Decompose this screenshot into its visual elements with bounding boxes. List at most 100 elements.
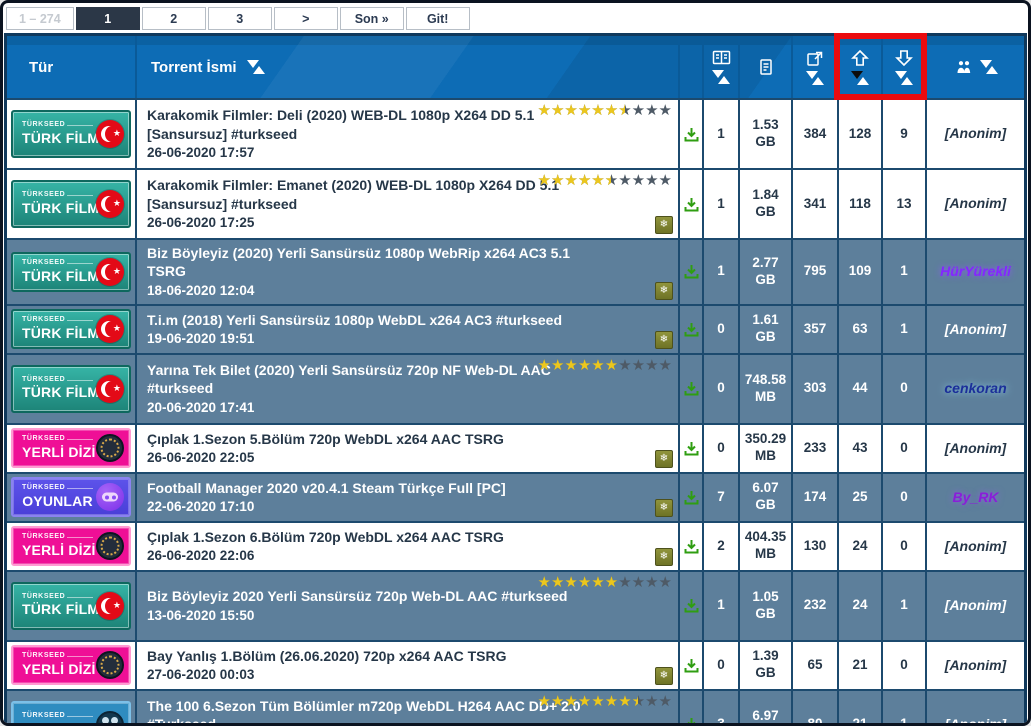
torrent-title-link[interactable]: Football Manager 2020 v20.4.1 Steam Türk…: [147, 479, 506, 497]
download-button[interactable]: [678, 100, 702, 168]
badge-category-label: TÜRK FİLMİ: [22, 199, 104, 216]
sort-icon[interactable]: [895, 71, 913, 85]
header-snatched-column[interactable]: [791, 36, 837, 98]
uploader-name: [Anonim]: [944, 195, 1007, 212]
category-badge[interactable]: TÜRKSEED TÜRK FİLMİ ★: [11, 251, 131, 292]
category-badge[interactable]: TÜRKSEED BOX SET: [11, 700, 131, 723]
files-count-cell: 1: [702, 170, 738, 238]
download-button[interactable]: [678, 690, 702, 723]
torrent-title-link[interactable]: Karakomik Filmler: Deli (2020) WEB-DL 10…: [147, 106, 589, 143]
badge-brand-label: TÜRKSEED: [22, 652, 93, 661]
seeders-count-cell: 25: [837, 473, 881, 521]
torrent-title-link[interactable]: Çıplak 1.Sezon 5.Bölüm 720p WebDL x264 A…: [147, 430, 504, 448]
download-button[interactable]: [678, 305, 702, 353]
size-cell: 1.61 GB: [738, 305, 791, 353]
snatched-count-cell: 357: [791, 305, 837, 353]
size-icon: [759, 59, 772, 75]
files-count-cell: 0: [702, 641, 738, 689]
download-button[interactable]: [678, 240, 702, 304]
header-leechers-column[interactable]: [881, 36, 925, 98]
torrent-name-cell: Çıplak 1.Sezon 5.Bölüm 720p WebDL x264 A…: [135, 424, 678, 472]
category-badge[interactable]: TÜRKSEED YERLİ DİZİ: [11, 428, 131, 469]
seeders-count-cell: 118: [837, 170, 881, 238]
pagination-page-2[interactable]: 2: [141, 7, 206, 30]
torrent-title-link[interactable]: Yarına Tek Bilet (2020) Yerli Sansürsüz …: [147, 361, 589, 398]
download-button[interactable]: [678, 473, 702, 521]
category-badge[interactable]: TÜRKSEED OYUNLAR: [11, 477, 131, 518]
uploader-cell: HürYürekli: [925, 240, 1024, 304]
torrent-date: 26-06-2020 17:57: [147, 145, 255, 161]
download-icon: [687, 718, 695, 723]
seeders-count-cell: 21: [837, 690, 881, 723]
seeders-count-cell: 63: [837, 305, 881, 353]
star-rating: ★★★★★★★★★★★★★★★★★★★★: [537, 692, 672, 710]
download-button[interactable]: [678, 424, 702, 472]
torrent-title-link[interactable]: T.i.m (2018) Yerli Sansürsüz 1080p WebDL…: [147, 311, 562, 329]
torrent-date: 26-06-2020 22:05: [147, 450, 255, 466]
film-reel-icon: [96, 434, 124, 463]
torrent-title-link[interactable]: Biz Böyleyiz (2020) Yerli Sansürsüz 1080…: [147, 244, 589, 281]
badge-category-label: TÜRK FİLMİ: [22, 384, 104, 401]
category-badge[interactable]: TÜRKSEED YERLİ DİZİ: [11, 526, 131, 567]
size-cell: 404.35 MB: [738, 522, 791, 570]
bonus-icon: ❄: [655, 281, 673, 300]
download-icon: [684, 599, 698, 613]
sort-icon[interactable]: [979, 60, 998, 74]
files-count-cell: 7: [702, 473, 738, 521]
pagination-last-button[interactable]: Son »: [339, 7, 404, 30]
bonus-icon: ❄: [655, 498, 673, 517]
header-name-label: Torrent İsmi: [151, 58, 237, 76]
download-button[interactable]: [678, 571, 702, 640]
pagination-next-button[interactable]: >: [273, 7, 338, 30]
uploader-name: [Anonim]: [944, 320, 1007, 337]
header-uploader-column[interactable]: [925, 36, 1024, 98]
size-cell: 2.77 GB: [738, 240, 791, 304]
download-button[interactable]: [678, 522, 702, 570]
header-download-column: [678, 36, 702, 98]
header-seeders-column[interactable]: [837, 36, 881, 98]
header-name-column[interactable]: Torrent İsmi: [135, 36, 678, 98]
sort-icon[interactable]: [712, 70, 730, 84]
torrent-title-link[interactable]: Çıplak 1.Sezon 6.Bölüm 720p WebDL x264 A…: [147, 528, 504, 546]
badge-brand-label: TÜRKSEED: [22, 533, 93, 542]
category-badge[interactable]: TÜRKSEED TÜRK FİLMİ ★: [11, 581, 131, 630]
snatched-count-cell: 233: [791, 424, 837, 472]
sort-icon[interactable]: [806, 70, 824, 85]
star-rating: ★★★★★★★★★★★★★★★★★★★★: [537, 102, 672, 119]
pagination-page-3[interactable]: 3: [207, 7, 272, 30]
category-badge[interactable]: TÜRKSEED TÜRK FİLMİ ★: [11, 180, 131, 228]
download-icon: [684, 490, 698, 505]
torrent-title-link[interactable]: The 100 6.Sezon Tüm Bölümler m720p WebDL…: [147, 697, 589, 723]
pagination-go-button[interactable]: Git!: [405, 7, 470, 30]
sort-icon-active[interactable]: [851, 71, 869, 85]
uploader-name[interactable]: cenkoran: [944, 380, 1006, 398]
download-icon: [684, 127, 698, 141]
category-cell: TÜRKSEED YERLİ DİZİ: [7, 642, 135, 689]
star-rating: ★★★★★★★★★★★★★★★★★★★★: [537, 172, 672, 189]
sort-icon[interactable]: [246, 60, 265, 74]
category-cell: TÜRKSEED YERLİ DİZİ: [7, 425, 135, 472]
download-button[interactable]: [678, 170, 702, 238]
badge-brand-label: TÜRKSEED: [22, 484, 93, 493]
download-button[interactable]: [678, 641, 702, 689]
download-icon: [684, 658, 698, 673]
seeders-count-cell: 43: [837, 424, 881, 472]
header-size-column[interactable]: [738, 36, 791, 98]
category-badge[interactable]: TÜRKSEED TÜRK FİLMİ ★: [11, 364, 131, 413]
category-badge[interactable]: TÜRKSEED YERLİ DİZİ: [11, 645, 131, 686]
category-badge[interactable]: TÜRKSEED TÜRK FİLMİ ★: [11, 110, 131, 158]
snatched-count-cell: 232: [791, 571, 837, 640]
files-count-cell: 1: [702, 100, 738, 168]
header-files-column[interactable]: [702, 36, 738, 98]
uploader-name[interactable]: HürYürekli: [940, 263, 1011, 281]
torrent-title-link[interactable]: Karakomik Filmler: Emanet (2020) WEB-DL …: [147, 176, 589, 213]
pagination-page-1[interactable]: 1: [75, 7, 140, 30]
category-badge[interactable]: TÜRKSEED TÜRK FİLMİ ★: [11, 309, 131, 350]
download-icon: [684, 322, 698, 337]
download-icon: [684, 441, 698, 456]
torrent-row: TÜRKSEED TÜRK FİLMİ ★ Biz Böyleyiz (2020…: [7, 238, 1024, 304]
torrent-title-link[interactable]: Biz Böyleyiz 2020 Yerli Sansürsüz 720p W…: [147, 587, 567, 605]
torrent-title-link[interactable]: Bay Yanlış 1.Bölüm (26.06.2020) 720p x26…: [147, 647, 507, 665]
download-button[interactable]: [678, 354, 702, 423]
uploader-name[interactable]: By_RK: [953, 489, 999, 507]
